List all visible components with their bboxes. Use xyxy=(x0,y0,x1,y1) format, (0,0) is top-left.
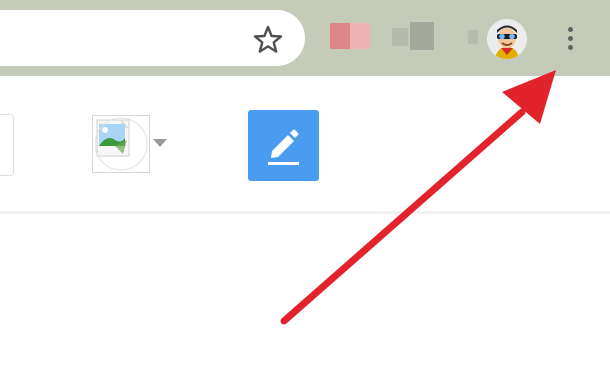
profile-avatar[interactable] xyxy=(487,19,527,59)
edit-button[interactable] xyxy=(248,110,319,181)
extension-icon[interactable] xyxy=(392,28,408,46)
partial-card[interactable] xyxy=(0,114,14,176)
extension-icon[interactable] xyxy=(468,30,478,44)
extension-icon[interactable] xyxy=(410,22,434,50)
extension-icon[interactable] xyxy=(350,23,370,49)
pencil-icon xyxy=(268,129,299,165)
image-dropdown-caret[interactable] xyxy=(153,139,167,147)
image-icon xyxy=(94,117,148,171)
browser-toolbar xyxy=(0,0,610,76)
bookmark-star-button[interactable] xyxy=(250,22,286,58)
divider xyxy=(0,211,610,214)
avatar-icon xyxy=(487,19,527,59)
browser-menu-button[interactable] xyxy=(556,20,586,56)
insert-image-button[interactable] xyxy=(92,115,150,173)
star-icon xyxy=(253,25,283,53)
